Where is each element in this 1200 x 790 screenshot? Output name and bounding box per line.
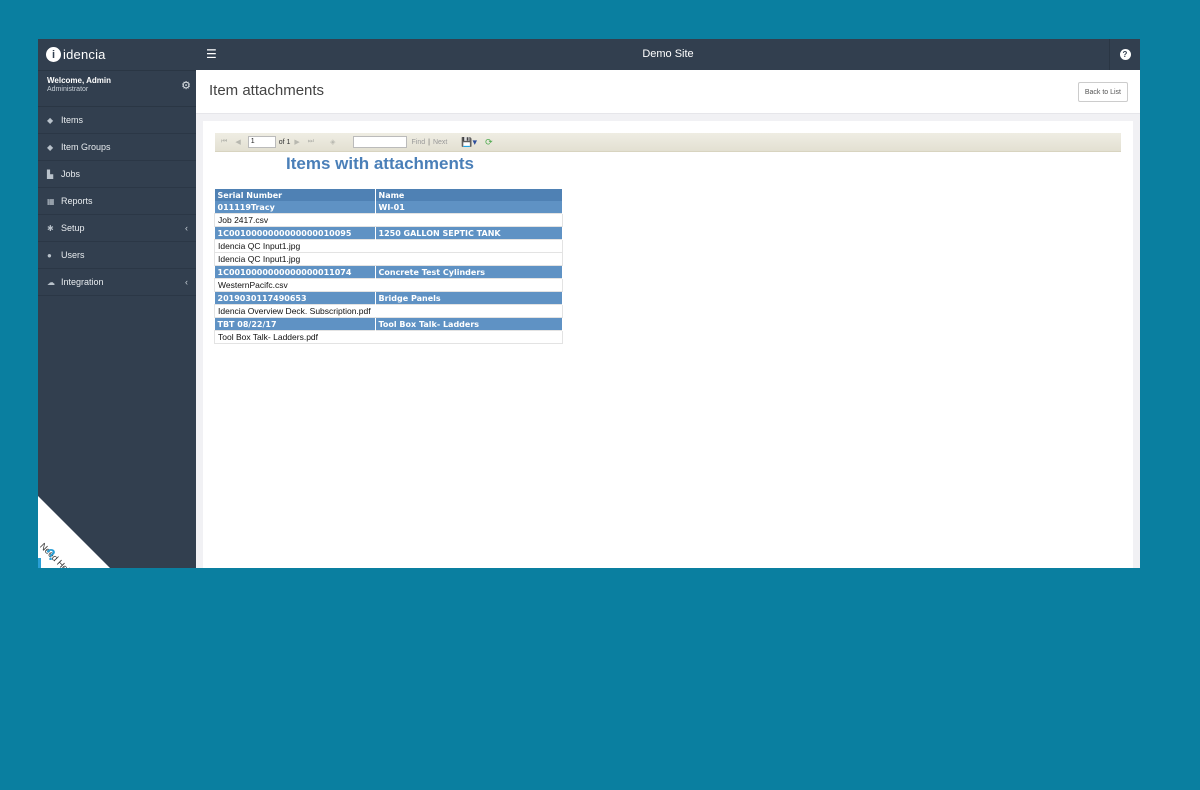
cogs-icon: ✱ <box>47 223 54 233</box>
app-window: i idencia Welcome, Admin Administrator ⚙… <box>38 39 1140 568</box>
attachment-filename[interactable]: Idencia QC Input1.jpg <box>214 239 563 253</box>
sidebar-item-item-groups[interactable]: ◆ Item Groups <box>38 134 196 161</box>
welcome-text: Welcome, Admin <box>47 76 112 85</box>
column-header-serial: Serial Number <box>214 189 376 201</box>
sidebar-item-integration[interactable]: ☁ Integration ‹ <box>38 269 196 296</box>
back-to-parent-icon[interactable]: ◈ <box>330 138 335 146</box>
sidebar-item-users[interactable]: ● Users <box>38 242 196 269</box>
find-input[interactable] <box>353 136 408 148</box>
sidebar-item-label: Jobs <box>61 169 81 179</box>
next-page-icon[interactable]: ▶ <box>294 138 299 146</box>
last-page-icon[interactable]: ⏭ <box>308 138 314 146</box>
sidebar: i idencia Welcome, Admin Administrator ⚙… <box>38 39 196 568</box>
chart-icon: ▦ <box>47 196 55 206</box>
user-profile: Welcome, Admin Administrator ⚙ <box>38 71 196 107</box>
tags-icon: ◆ <box>47 142 54 152</box>
attachment-filename[interactable]: Job 2417.csv <box>214 213 563 227</box>
tag-icon: ◆ <box>47 115 54 125</box>
question-icon[interactable]: ? <box>46 547 56 565</box>
item-group-row: 1C0010000000000000010095 1250 GALLON SEP… <box>214 226 563 240</box>
attachment-row: Idencia Overview Deck. Subscription.pdf <box>214 304 563 318</box>
report-viewer: ⏮ ◀ 1 of 1 ▶ ⏭ ◈ Find | Next 💾▾ ⟳ Items … <box>203 121 1133 568</box>
attachment-row: Idencia QC Input1.jpg <box>214 239 563 253</box>
attachment-filename[interactable]: Idencia QC Input1.jpg <box>214 252 563 266</box>
page-header: Item attachments Back to List <box>196 70 1140 114</box>
attachment-filename[interactable]: Idencia Overview Deck. Subscription.pdf <box>214 304 563 318</box>
top-bar: ☰ Demo Site ? <box>196 39 1140 70</box>
sidebar-item-items[interactable]: ◆ Items <box>38 107 196 134</box>
gear-icon[interactable]: ⚙ <box>181 79 191 92</box>
user-role: Administrator <box>47 86 89 93</box>
item-group-row: 011119Tracy WI-01 <box>214 201 563 214</box>
chevron-left-icon: ‹ <box>185 277 188 287</box>
back-to-list-button[interactable]: Back to List <box>1077 82 1128 102</box>
sidebar-item-label: Setup <box>61 223 85 233</box>
attachment-row: Tool Box Talk- Ladders.pdf <box>214 330 563 344</box>
logo[interactable]: i idencia <box>38 39 196 71</box>
next-link[interactable]: Next <box>433 139 447 146</box>
report-title: Items with attachments <box>286 154 474 173</box>
column-header-name: Name <box>375 189 563 201</box>
serial-number-cell: 2019030117490653 <box>214 291 376 305</box>
first-page-icon[interactable]: ⏮ <box>221 138 227 146</box>
find-separator: | <box>428 138 430 146</box>
item-name-cell: Concrete Test Cylinders <box>375 265 563 279</box>
help-ribbon-edge <box>38 558 41 568</box>
serial-number-cell: 1C0010000000000000011074 <box>214 265 376 279</box>
files-icon: ▙ <box>47 169 54 179</box>
sidebar-item-label: Item Groups <box>61 142 111 152</box>
serial-number-cell: TBT 08/22/17 <box>214 317 376 331</box>
attachment-row: WesternPacifc.csv <box>214 278 563 292</box>
sidebar-item-jobs[interactable]: ▙ Jobs <box>38 161 196 188</box>
users-icon: ● <box>47 250 52 260</box>
sidebar-nav: ◆ Items ◆ Item Groups ▙ Jobs ▦ Reports ✱ Set… <box>38 107 196 296</box>
chevron-left-icon: ‹ <box>185 223 188 233</box>
attachment-row: Job 2417.csv <box>214 213 563 227</box>
find-link[interactable]: Find <box>411 139 425 146</box>
help-circle-icon: ? <box>1119 49 1131 60</box>
page-title: Item attachments <box>209 82 325 99</box>
page-count: of 1 <box>278 138 291 146</box>
item-group-row: TBT 08/22/17 Tool Box Talk- Ladders <box>214 317 563 331</box>
attachment-filename[interactable]: WesternPacifc.csv <box>214 278 563 292</box>
refresh-icon[interactable]: ⟳ <box>485 137 493 148</box>
cloud-icon: ☁ <box>47 277 55 287</box>
help-button[interactable]: ? <box>1109 39 1140 70</box>
sidebar-item-label: Reports <box>61 196 93 206</box>
sidebar-item-label: Integration <box>61 277 104 287</box>
export-save-icon[interactable]: 💾▾ <box>461 137 477 148</box>
page-number-input[interactable]: 1 <box>247 136 276 148</box>
serial-number-cell: 011119Tracy <box>214 201 376 214</box>
sidebar-item-reports[interactable]: ▦ Reports <box>38 188 196 215</box>
item-name-cell: 1250 GALLON SEPTIC TANK <box>375 226 563 240</box>
table-header-row: Serial Number Name <box>214 189 563 201</box>
attachment-row: Idencia QC Input1.jpg <box>214 252 563 266</box>
sidebar-item-setup[interactable]: ✱ Setup ‹ <box>38 215 196 242</box>
report-toolbar: ⏮ ◀ 1 of 1 ▶ ⏭ ◈ Find | Next 💾▾ ⟳ <box>215 133 1121 152</box>
item-name-cell: Tool Box Talk- Ladders <box>375 317 563 331</box>
sidebar-item-label: Users <box>61 250 85 260</box>
serial-number-cell: 1C0010000000000000010095 <box>214 226 376 240</box>
previous-page-icon[interactable]: ◀ <box>235 138 240 146</box>
sidebar-item-label: Items <box>61 115 84 125</box>
item-name-cell: Bridge Panels <box>375 291 563 305</box>
logo-text: idencia <box>63 47 106 62</box>
item-group-row: 2019030117490653 Bridge Panels <box>214 291 563 305</box>
item-group-row: 1C0010000000000000011074 Concrete Test C… <box>214 265 563 279</box>
item-name-cell: WI-01 <box>375 201 563 214</box>
logo-icon: i <box>46 47 61 62</box>
attachment-filename[interactable]: Tool Box Talk- Ladders.pdf <box>214 330 563 344</box>
attachments-table: Serial Number Name 011119Tracy WI-01 Job … <box>214 189 563 344</box>
site-title: Demo Site <box>642 48 694 60</box>
